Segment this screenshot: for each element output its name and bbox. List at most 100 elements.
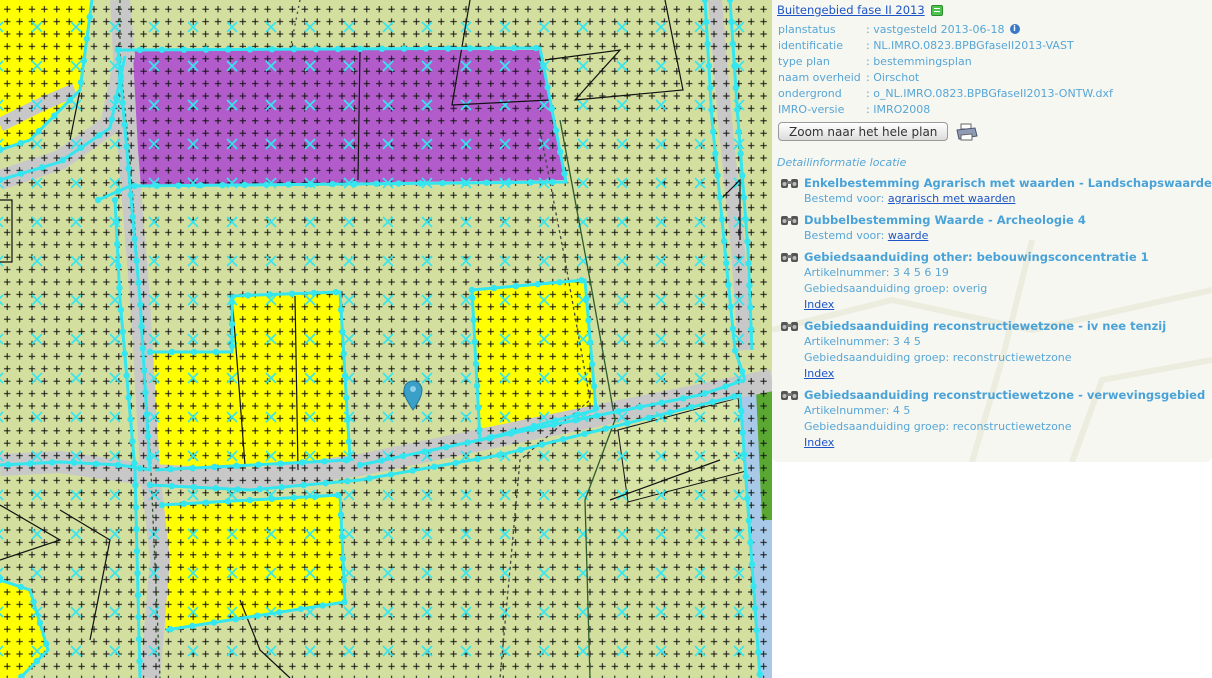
boundary-node	[337, 306, 345, 314]
meta-value: : vastgesteld 2013-06-18	[866, 22, 1005, 36]
boundary-node	[117, 73, 124, 80]
boundary-node	[168, 482, 176, 490]
boundary-node	[552, 127, 560, 134]
boundary-node	[268, 495, 276, 503]
boundary-node	[268, 46, 276, 53]
boundary-node	[114, 187, 122, 195]
boundary-node	[133, 525, 140, 533]
boundary-node	[111, 196, 119, 204]
boundary-node	[158, 46, 166, 53]
plan-title-row: Buitengebied fase II 2013	[777, 3, 943, 17]
boundary-node	[340, 350, 347, 358]
boundary-node	[556, 148, 564, 156]
boundary-node	[310, 289, 318, 297]
boundary-node	[127, 191, 134, 199]
boundary-node	[48, 459, 56, 466]
boundary-node	[153, 182, 160, 189]
boundary-node	[38, 164, 46, 171]
boundary-node	[708, 106, 715, 114]
boundary-node	[329, 180, 336, 188]
boundary-node	[587, 339, 594, 346]
index-link[interactable]: Index	[804, 435, 1208, 451]
boundary-node	[756, 670, 763, 678]
printer-icon[interactable]	[956, 123, 979, 141]
boundary-node	[732, 347, 739, 354]
boundary-node	[121, 121, 128, 128]
boundary-node	[544, 84, 551, 91]
boundary-node	[444, 45, 452, 52]
boundary-node	[737, 407, 745, 414]
index-link[interactable]: Index	[804, 366, 1208, 382]
boundary-node	[146, 348, 154, 356]
boundary-node	[83, 35, 91, 42]
boundary-node	[615, 408, 622, 415]
boundary-node	[636, 403, 644, 411]
boundary-node	[483, 179, 490, 186]
boundary-node	[561, 170, 568, 177]
boundary-node	[129, 438, 136, 445]
boundary-node	[137, 301, 144, 308]
boundary-node	[17, 139, 25, 147]
boundary-node	[290, 494, 297, 501]
boundary-node	[400, 45, 408, 52]
boundary-node	[602, 425, 610, 432]
boundary-node	[395, 180, 402, 187]
boundary-node	[334, 45, 342, 53]
boundary-node	[727, 303, 734, 311]
boundary-node	[108, 116, 116, 123]
boundary-node	[116, 284, 123, 292]
boundary-node	[233, 462, 240, 470]
boundary-node	[540, 62, 547, 69]
boundary-node	[77, 144, 85, 151]
boundary-node	[133, 547, 141, 555]
boundary-node	[146, 481, 154, 489]
boundary-node	[532, 44, 540, 52]
boundary-node	[585, 317, 592, 324]
boundary-node	[212, 348, 220, 356]
boundary-node	[127, 416, 134, 423]
boundary-node	[709, 128, 717, 135]
boundary-node	[143, 411, 150, 418]
boundary-node	[136, 465, 144, 472]
detail-line: Artikelnummer: 4 5	[804, 403, 1208, 419]
boundary-node	[339, 328, 346, 336]
boundary-node	[132, 504, 140, 511]
boundary-node	[549, 178, 556, 186]
boundary-node	[142, 389, 149, 396]
boundary-node	[701, 390, 708, 397]
boundary-node	[136, 46, 144, 54]
boundary-node	[17, 583, 25, 591]
info-icon[interactable]: i	[1009, 24, 1020, 34]
detail-link[interactable]: waarde	[888, 229, 929, 242]
boundary-node	[343, 394, 350, 401]
zoom-to-plan-button[interactable]: Zoom naar het hele plan	[778, 122, 949, 141]
map-canvas[interactable]	[0, 0, 772, 678]
boundary-node	[299, 459, 306, 466]
boundary-node	[219, 181, 226, 189]
boundary-node	[399, 452, 407, 460]
document-icon[interactable]	[930, 4, 943, 16]
boundary-node	[123, 143, 130, 150]
boundary-node	[266, 291, 274, 298]
boundary-node	[288, 290, 296, 297]
index-link[interactable]: Index	[804, 297, 1208, 313]
plan-title-link[interactable]: Buitengebied fase II 2013	[777, 3, 925, 17]
boundary-node	[431, 463, 438, 470]
boundary-node	[737, 150, 744, 157]
boundary-node	[593, 412, 601, 419]
boundary-node	[739, 172, 746, 179]
boundary-node	[224, 498, 232, 505]
boundary-node	[732, 84, 740, 92]
detail-title: Gebiedsaanduiding reconstructiewetzone -…	[804, 388, 1206, 402]
boundary-node	[581, 430, 588, 438]
map-view[interactable]	[0, 0, 772, 678]
boundary-node	[473, 382, 481, 389]
boundary-node	[5, 461, 12, 468]
boundary-node	[125, 394, 132, 401]
boundary-node	[167, 465, 174, 473]
boundary-node	[517, 446, 524, 454]
boundary-node	[132, 482, 139, 489]
boundary-node	[135, 279, 142, 286]
detail-line: Artikelnummer: 3 4 5 6 19	[804, 265, 1208, 281]
detail-link[interactable]: agrarisch met waarden	[888, 192, 1016, 205]
